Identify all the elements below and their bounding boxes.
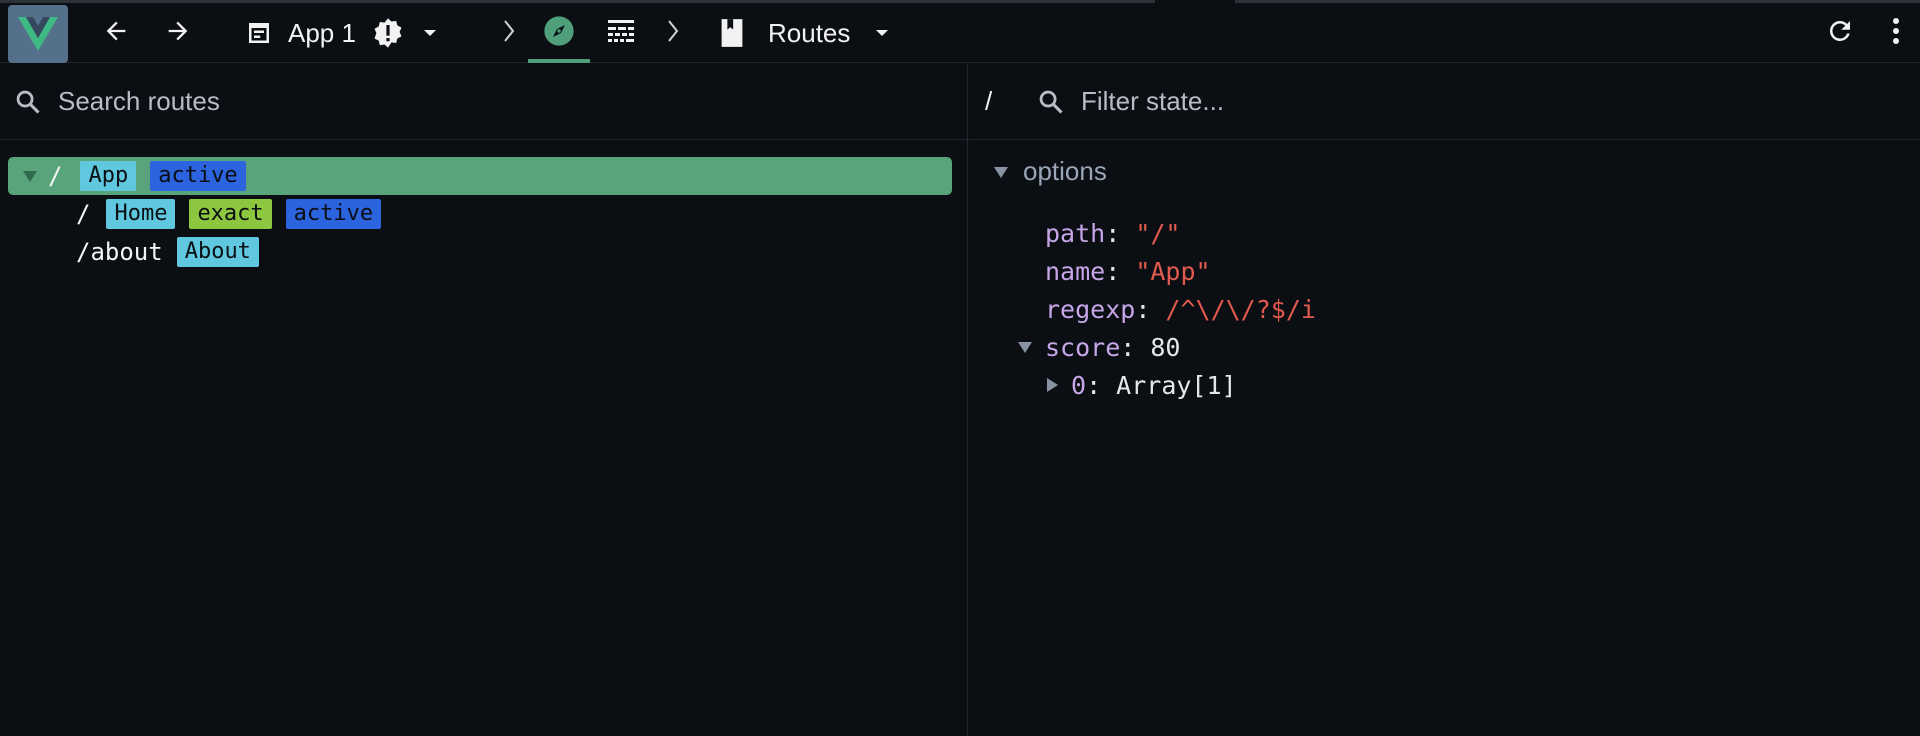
more-menu-button[interactable] (1880, 11, 1912, 55)
expand-toggle-icon[interactable] (1017, 340, 1033, 354)
arrow-left-icon (102, 17, 130, 50)
route-path: /about (76, 238, 163, 266)
state-prop-name[interactable]: name: "App" (1045, 252, 1211, 290)
prop-value: Array[1] (1116, 370, 1237, 400)
prop-value: "/" (1135, 218, 1181, 248)
prop-key: name (1045, 256, 1106, 286)
breadcrumb-separator-2 (658, 11, 688, 55)
active-badge: active (150, 161, 246, 191)
route-row-home[interactable]: / Home exact active (76, 195, 382, 233)
route-row-app[interactable]: / App active (8, 157, 952, 195)
book-icon (718, 18, 746, 48)
prop-value: /^\/\/?$/i (1165, 294, 1316, 324)
current-route-path: / (985, 86, 993, 116)
tab-router[interactable] (532, 11, 586, 55)
inspector-selector[interactable]: Routes (718, 11, 898, 55)
toolbar: App 1 Routes (0, 3, 1920, 63)
expand-toggle-icon[interactable] (22, 169, 38, 183)
section-label: options (1023, 156, 1107, 186)
refresh-button[interactable] (1820, 11, 1860, 55)
prop-key: path (1045, 218, 1106, 248)
route-path: / (48, 162, 63, 190)
arrow-right-icon (164, 17, 192, 50)
chevron-right-icon (663, 17, 683, 50)
app-selector-label: App 1 (288, 17, 356, 48)
section-collapse-icon (993, 165, 1009, 179)
exact-badge: exact (189, 199, 272, 229)
chevron-right-icon (499, 17, 519, 50)
chevron-down-icon (418, 21, 442, 45)
more-vert-icon (1891, 16, 1901, 51)
refresh-icon (1825, 16, 1855, 51)
expand-toggle-icon[interactable] (1045, 377, 1059, 393)
state-prop-score-0[interactable]: 0: Array[1] (1045, 366, 1237, 404)
state-pane: / options path: "/" name: "App" regexp: … (969, 64, 1920, 736)
route-name-badge: About (176, 237, 259, 267)
timeline-icon (606, 17, 636, 50)
search-icon (14, 88, 42, 116)
route-path: / (76, 200, 91, 228)
compass-icon (543, 15, 575, 52)
state-filter-input[interactable] (1081, 86, 1781, 117)
state-filter-bar: / (969, 64, 1920, 140)
app-window-icon (244, 18, 274, 48)
state-section-options[interactable]: options (993, 156, 1107, 187)
chevron-down-icon (870, 21, 894, 45)
route-search-bar (0, 64, 967, 140)
state-prop-score[interactable]: score: 80 (1017, 328, 1180, 366)
vue-logo[interactable] (8, 5, 68, 63)
inspector-selector-label: Routes (768, 17, 851, 48)
breadcrumb-separator (494, 11, 524, 55)
state-prop-regexp[interactable]: regexp: /^\/\/?$/i (1045, 290, 1316, 328)
route-row-about[interactable]: /about About (76, 233, 259, 271)
prop-value: 80 (1150, 332, 1181, 362)
routes-pane: / App active / Home exact active /about … (0, 64, 968, 736)
search-icon (1037, 88, 1065, 116)
prop-key: 0 (1071, 370, 1087, 400)
route-name-badge: Home (106, 199, 176, 229)
active-tab-indicator (528, 59, 590, 63)
prop-key: regexp (1045, 294, 1136, 324)
tab-timeline[interactable] (598, 11, 644, 55)
active-badge: active (285, 199, 382, 229)
prop-key: score (1045, 332, 1121, 362)
route-search-input[interactable] (58, 86, 758, 117)
warning-badge-icon (372, 17, 404, 49)
prop-value: "App" (1135, 256, 1211, 286)
app-selector[interactable]: App 1 (244, 11, 456, 55)
route-name-badge: App (80, 161, 137, 191)
state-prop-path[interactable]: path: "/" (1045, 214, 1180, 252)
forward-button[interactable] (158, 11, 198, 55)
back-button[interactable] (96, 11, 136, 55)
